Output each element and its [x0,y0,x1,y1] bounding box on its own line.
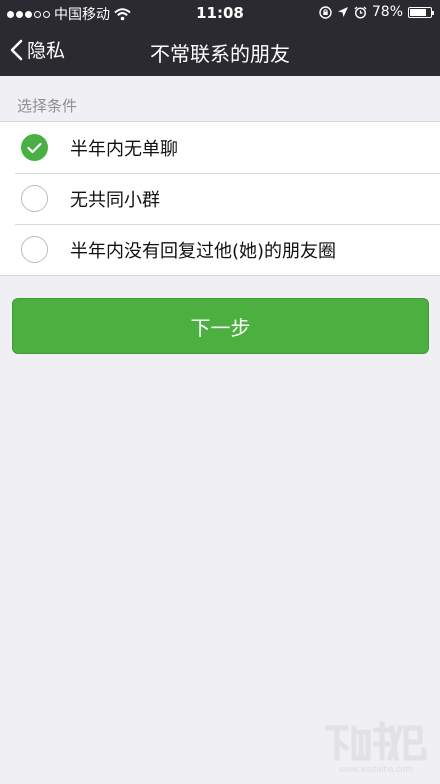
option-label: 无共同小群 [70,189,160,211]
next-button[interactable]: 下一步 [12,298,429,354]
checkbox-empty-icon[interactable] [21,236,48,263]
checkmark-icon [27,142,42,153]
status-bar: 中国移动 11:08 78% [0,0,440,26]
watermark-logo: www.xiazaiba.com [325,721,427,774]
top-bar: 中国移动 11:08 78% 隐私 不常联系的朋友 [0,0,440,76]
option-no-common-group[interactable]: 无共同小群 [0,173,440,224]
navigation-bar: 隐私 不常联系的朋友 [0,26,440,76]
battery-percent: 78% [371,4,403,20]
option-no-private-chat[interactable]: 半年内无单聊 [0,122,440,173]
orientation-lock-icon [319,5,332,19]
option-no-moments-reply[interactable]: 半年内没有回复过他(她)的朋友圈 [0,224,440,275]
condition-list: 半年内无单聊 无共同小群 半年内没有回复过他(她)的朋友圈 [0,121,440,276]
status-right: 78% [319,4,434,20]
option-label: 半年内没有回复过他(她)的朋友圈 [70,240,337,262]
checkbox-empty-icon[interactable] [21,185,48,212]
option-label: 半年内无单聊 [70,138,178,160]
section-header: 选择条件 [17,97,78,115]
alarm-icon [354,6,367,19]
location-arrow-icon [337,7,348,17]
battery-icon [408,6,434,18]
page-title: 不常联系的朋友 [150,42,290,66]
checkbox-checked-icon[interactable] [21,134,48,161]
svg-text:www.xiazaiba.com: www.xiazaiba.com [338,764,413,774]
